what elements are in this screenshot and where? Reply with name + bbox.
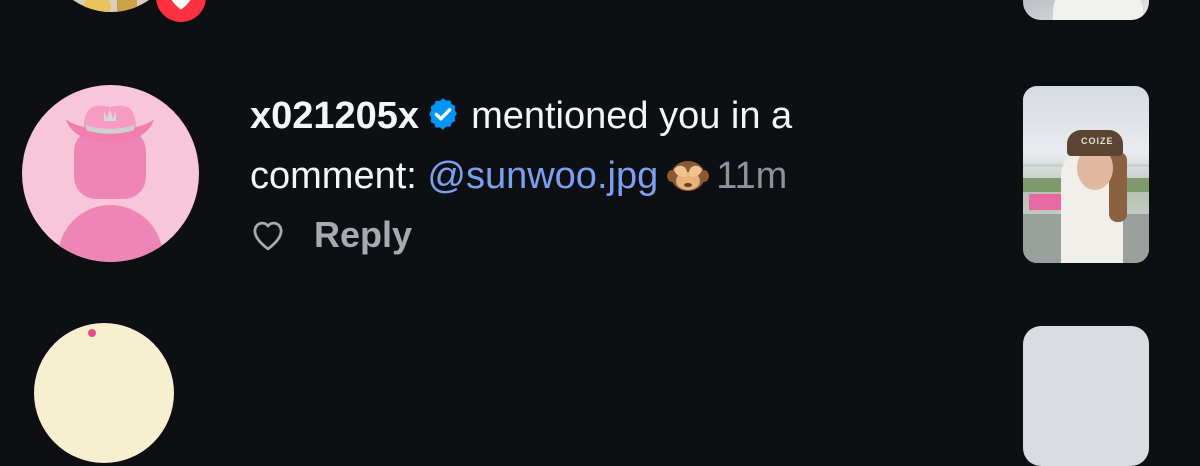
notification-actions: Reply <box>248 214 412 256</box>
thumbnail-cap-text: COIZE <box>1081 136 1114 146</box>
post-thumbnail[interactable]: COIZE <box>1023 86 1149 263</box>
reply-button[interactable]: Reply <box>314 214 412 256</box>
heart-outline-icon <box>253 221 283 251</box>
verified-badge-icon <box>425 92 461 148</box>
avatar-sticker <box>117 0 137 12</box>
heart-filled-icon <box>171 0 191 10</box>
cowboy-hat-icon <box>66 105 154 143</box>
see-no-evil-monkey-emoji <box>666 154 710 210</box>
next-notification-avatar[interactable] <box>34 323 174 463</box>
avatar-decoration <box>88 329 96 337</box>
user-avatar[interactable] <box>22 85 199 262</box>
username-link[interactable]: x021205x <box>250 95 419 137</box>
avatar-sticker <box>83 0 111 12</box>
mention-link[interactable]: @sunwoo.jpg <box>427 155 658 197</box>
notification-text: x021205x mentioned you in a comment: @sun… <box>250 88 950 210</box>
thumbnail-content <box>1053 0 1143 20</box>
previous-notification-thumbnail[interactable] <box>1023 0 1149 20</box>
like-badge <box>150 0 212 28</box>
next-notification-thumbnail[interactable] <box>1023 326 1149 466</box>
avatar-placeholder-body <box>58 205 163 262</box>
like-button[interactable] <box>248 215 288 255</box>
notification-time: 11m <box>716 155 788 197</box>
